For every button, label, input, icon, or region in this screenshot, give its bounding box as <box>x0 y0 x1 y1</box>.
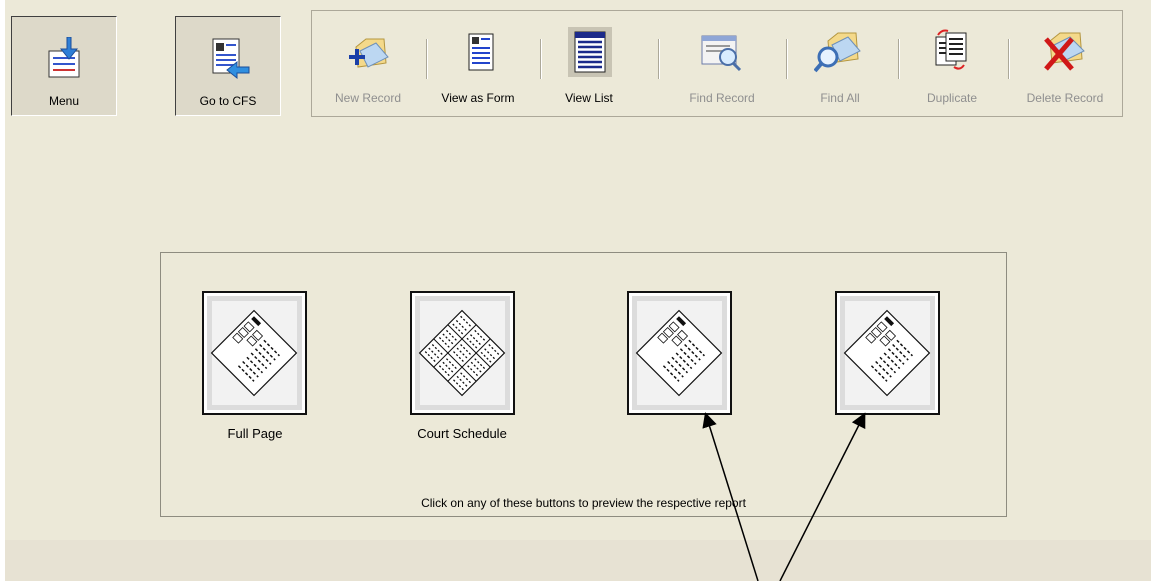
annotation-arrow-left <box>702 412 759 581</box>
annotation-arrows <box>702 412 866 581</box>
annotation-arrow-right <box>779 412 866 581</box>
